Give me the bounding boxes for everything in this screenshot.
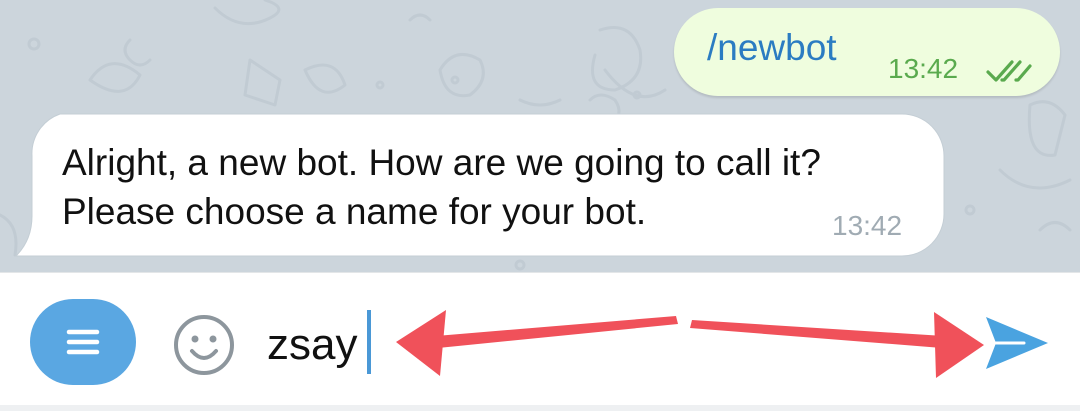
message-time: 13:42 [888,53,959,84]
message-composer: zsay [0,272,1080,411]
double-check-icon [986,60,1032,82]
text-caret [367,310,371,374]
message-input[interactable]: zsay [267,319,357,371]
bottom-strip [0,405,1080,411]
message-text: Alright, a new bot. How are we going to … [62,142,821,232]
bot-menu-button[interactable] [30,299,136,385]
bot-command-link[interactable]: /newbot [707,26,837,70]
chat-area: /newbot 13:42 Alright, a new bot. How ar… [0,0,1080,272]
menu-icon [66,329,100,355]
smiley-icon[interactable] [172,313,236,377]
incoming-message[interactable]: Alright, a new bot. How are we going to … [14,112,946,257]
send-icon[interactable] [984,313,1050,373]
outgoing-message[interactable]: /newbot 13:42 [674,8,1060,96]
message-time: 13:42 [832,210,903,241]
